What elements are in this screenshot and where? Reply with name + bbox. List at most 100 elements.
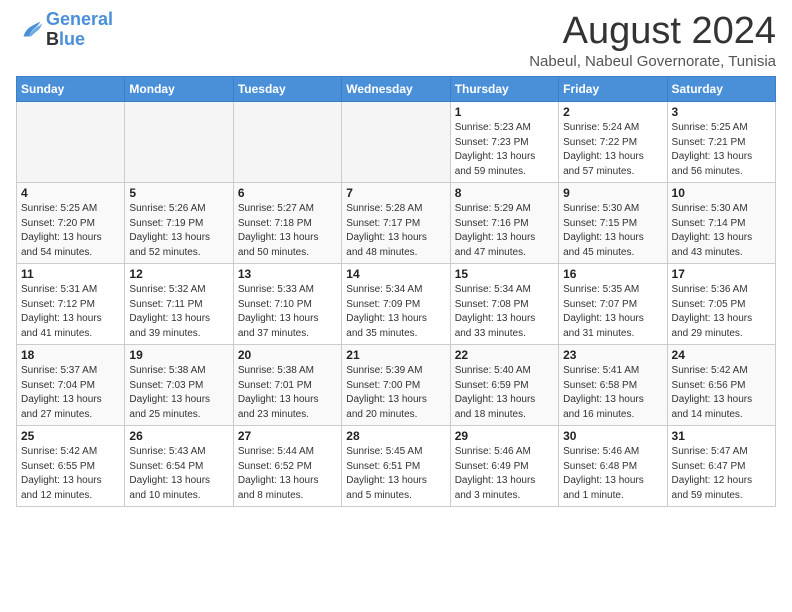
table-cell [125,102,233,183]
day-number: 23 [563,348,662,362]
day-number: 25 [21,429,120,443]
month-year-title: August 2024 [529,10,776,53]
table-cell: 21 Sunrise: 5:39 AMSunset: 7:00 PMDayligh… [342,345,450,426]
day-detail: Sunrise: 5:35 AMSunset: 7:07 PMDaylight:… [563,283,662,341]
table-cell: 27Sunrise: 5:44 AMSunset: 6:52 PMDayligh… [233,426,341,507]
table-cell: 17 Sunrise: 5:36 AMSunset: 7:05 PMDayligh… [667,264,775,345]
day-number: 8 [455,186,554,200]
day-detail: Sunrise: 5:36 AMSunset: 7:05 PMDaylight:… [672,283,771,341]
day-detail: Sunrise: 5:42 AMSunset: 6:56 PMDaylight:… [672,364,771,422]
table-cell: 10 Sunrise: 5:30 AMSunset: 7:14 PMDayligh… [667,183,775,264]
day-number: 2 [563,105,662,119]
table-cell: 8 Sunrise: 5:29 AMSunset: 7:16 PMDaylight… [450,183,558,264]
col-saturday: Saturday [667,77,775,102]
header: GeneralBlue August 2024 Nabeul, Nabeul G… [16,10,776,70]
day-number: 29 [455,429,554,443]
week-row-5: 25 Sunrise: 5:42 AMSunset: 6:55 PMDayligh… [17,426,776,507]
day-detail: Sunrise: 5:39 AMSunset: 7:00 PMDaylight:… [346,364,445,422]
col-tuesday: Tuesday [233,77,341,102]
table-cell: 2 Sunrise: 5:24 AMSunset: 7:22 PMDaylight… [559,102,667,183]
day-detail: Sunrise: 5:45 AMSunset: 6:51 PMDaylight:… [346,445,445,503]
table-cell: 9 Sunrise: 5:30 AMSunset: 7:15 PMDaylight… [559,183,667,264]
calendar-table: Sunday Monday Tuesday Wednesday Thursday… [16,76,776,507]
col-monday: Monday [125,77,233,102]
table-cell: 29 Sunrise: 5:46 AMSunset: 6:49 PMDayligh… [450,426,558,507]
day-detail: Sunrise: 5:30 AMSunset: 7:15 PMDaylight:… [563,202,662,260]
day-number: 10 [672,186,771,200]
week-row-3: 11 Sunrise: 5:31 AMSunset: 7:12 PMDayligh… [17,264,776,345]
table-cell: 28 Sunrise: 5:45 AMSunset: 6:51 PMDayligh… [342,426,450,507]
day-number: 4 [21,186,120,200]
day-detail: Sunrise: 5:30 AMSunset: 7:14 PMDaylight:… [672,202,771,260]
table-cell: 22Sunrise: 5:40 AMSunset: 6:59 PMDayligh… [450,345,558,426]
table-cell [17,102,125,183]
location-subtitle: Nabeul, Nabeul Governorate, Tunisia [529,53,776,70]
day-number: 31 [672,429,771,443]
table-cell: 11 Sunrise: 5:31 AMSunset: 7:12 PMDayligh… [17,264,125,345]
table-cell: 19Sunrise: 5:38 AMSunset: 7:03 PMDayligh… [125,345,233,426]
logo-text: GeneralBlue [46,10,113,50]
day-detail: Sunrise: 5:46 AMSunset: 6:49 PMDaylight:… [455,445,554,503]
day-detail: Sunrise: 5:24 AMSunset: 7:22 PMDaylight:… [563,121,662,179]
day-detail: Sunrise: 5:25 AMSunset: 7:21 PMDaylight:… [672,121,771,179]
day-number: 18 [21,348,120,362]
day-detail: Sunrise: 5:32 AMSunset: 7:11 PMDaylight:… [129,283,228,341]
day-detail: Sunrise: 5:41 AMSunset: 6:58 PMDaylight:… [563,364,662,422]
logo: GeneralBlue [16,10,113,50]
table-cell: 23 Sunrise: 5:41 AMSunset: 6:58 PMDayligh… [559,345,667,426]
table-cell: 3 Sunrise: 5:25 AMSunset: 7:21 PMDaylight… [667,102,775,183]
day-detail: Sunrise: 5:38 AMSunset: 7:03 PMDaylight:… [129,364,228,422]
table-cell: 7 Sunrise: 5:28 AMSunset: 7:17 PMDaylight… [342,183,450,264]
table-cell: 24 Sunrise: 5:42 AMSunset: 6:56 PMDayligh… [667,345,775,426]
table-cell: 31 Sunrise: 5:47 AMSunset: 6:47 PMDayligh… [667,426,775,507]
day-number: 28 [346,429,445,443]
table-cell: 15Sunrise: 5:34 AMSunset: 7:08 PMDayligh… [450,264,558,345]
table-cell: 18 Sunrise: 5:37 AMSunset: 7:04 PMDayligh… [17,345,125,426]
day-detail: Sunrise: 5:28 AMSunset: 7:17 PMDaylight:… [346,202,445,260]
day-number: 1 [455,105,554,119]
col-wednesday: Wednesday [342,77,450,102]
day-number: 14 [346,267,445,281]
day-number: 7 [346,186,445,200]
calendar-header-row: Sunday Monday Tuesday Wednesday Thursday… [17,77,776,102]
table-cell: 4 Sunrise: 5:25 AMSunset: 7:20 PMDaylight… [17,183,125,264]
day-detail: Sunrise: 5:26 AMSunset: 7:19 PMDaylight:… [129,202,228,260]
table-cell [342,102,450,183]
day-detail: Sunrise: 5:25 AMSunset: 7:20 PMDaylight:… [21,202,120,260]
page: GeneralBlue August 2024 Nabeul, Nabeul G… [0,0,792,517]
day-number: 21 [346,348,445,362]
table-cell [233,102,341,183]
day-detail: Sunrise: 5:44 AMSunset: 6:52 PMDaylight:… [238,445,337,503]
day-detail: Sunrise: 5:37 AMSunset: 7:04 PMDaylight:… [21,364,120,422]
week-row-4: 18 Sunrise: 5:37 AMSunset: 7:04 PMDayligh… [17,345,776,426]
day-number: 17 [672,267,771,281]
title-block: August 2024 Nabeul, Nabeul Governorate, … [529,10,776,70]
table-cell: 6Sunrise: 5:27 AMSunset: 7:18 PMDaylight… [233,183,341,264]
day-detail: Sunrise: 5:33 AMSunset: 7:10 PMDaylight:… [238,283,337,341]
table-cell: 26Sunrise: 5:43 AMSunset: 6:54 PMDayligh… [125,426,233,507]
day-detail: Sunrise: 5:31 AMSunset: 7:12 PMDaylight:… [21,283,120,341]
table-cell: 20 Sunrise: 5:38 AMSunset: 7:01 PMDayligh… [233,345,341,426]
week-row-1: 1 Sunrise: 5:23 AMSunset: 7:23 PMDaylight… [17,102,776,183]
table-cell: 1 Sunrise: 5:23 AMSunset: 7:23 PMDaylight… [450,102,558,183]
table-cell: 16Sunrise: 5:35 AMSunset: 7:07 PMDayligh… [559,264,667,345]
day-number: 13 [238,267,337,281]
day-detail: Sunrise: 5:42 AMSunset: 6:55 PMDaylight:… [21,445,120,503]
day-detail: Sunrise: 5:23 AMSunset: 7:23 PMDaylight:… [455,121,554,179]
week-row-2: 4 Sunrise: 5:25 AMSunset: 7:20 PMDaylight… [17,183,776,264]
day-number: 30 [563,429,662,443]
day-detail: Sunrise: 5:43 AMSunset: 6:54 PMDaylight:… [129,445,228,503]
day-number: 9 [563,186,662,200]
day-detail: Sunrise: 5:47 AMSunset: 6:47 PMDaylight:… [672,445,771,503]
day-detail: Sunrise: 5:27 AMSunset: 7:18 PMDaylight:… [238,202,337,260]
day-number: 24 [672,348,771,362]
col-thursday: Thursday [450,77,558,102]
day-number: 3 [672,105,771,119]
day-detail: Sunrise: 5:38 AMSunset: 7:01 PMDaylight:… [238,364,337,422]
day-detail: Sunrise: 5:34 AMSunset: 7:08 PMDaylight:… [455,283,554,341]
day-detail: Sunrise: 5:29 AMSunset: 7:16 PMDaylight:… [455,202,554,260]
day-number: 11 [21,267,120,281]
table-cell: 30Sunrise: 5:46 AMSunset: 6:48 PMDayligh… [559,426,667,507]
col-sunday: Sunday [17,77,125,102]
day-number: 20 [238,348,337,362]
